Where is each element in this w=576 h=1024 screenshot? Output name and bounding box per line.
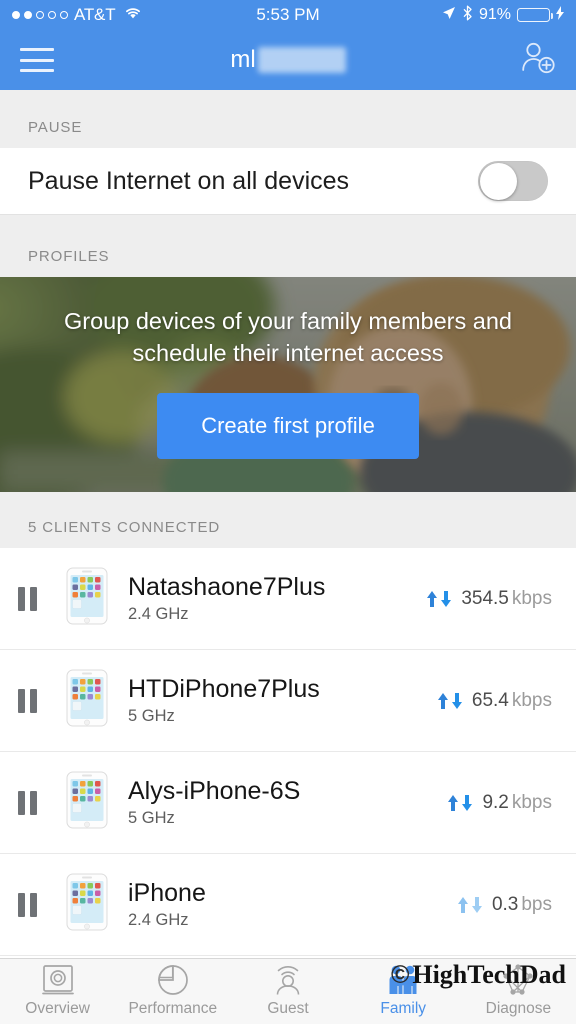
speed-value: 65.4	[471, 689, 509, 711]
speed-value: 354.5	[461, 587, 509, 609]
redacted-title-block	[257, 47, 346, 73]
speed-unit: kbps	[511, 587, 552, 609]
bluetooth-icon	[462, 5, 473, 26]
device-name: HTDiPhone7Plus	[128, 674, 320, 703]
speed-unit: kbps	[511, 689, 552, 711]
upload-download-arrows-icon	[436, 691, 464, 711]
status-bar-right: 91%	[442, 5, 564, 26]
page-title-text: ml	[230, 46, 256, 73]
hamburger-menu-icon[interactable]	[20, 48, 54, 72]
client-device-row[interactable]: Natashaone7Plus 2.4 GHz 354.5 kbps	[0, 548, 576, 650]
clients-connected-header: 5 CLIENTS CONNECTED	[0, 492, 576, 548]
device-speed: 354.5 kbps	[425, 588, 552, 610]
client-device-row[interactable]: iPhone 2.4 GHz 0.3 bps	[0, 854, 576, 956]
tab-label: Family	[380, 1000, 427, 1017]
guest-person-icon	[272, 965, 304, 995]
pause-device-icon[interactable]	[18, 892, 44, 917]
device-name: Natashaone7Plus	[128, 572, 326, 601]
tab-label: Performance	[128, 1000, 218, 1017]
pause-device-icon[interactable]	[18, 586, 44, 611]
navigation-bar: ml	[0, 30, 576, 90]
upload-download-arrows-icon	[446, 793, 474, 813]
speed-value: 0.3	[491, 893, 519, 915]
device-band: 5 GHz	[128, 706, 175, 725]
tab-performance[interactable]: Performance	[115, 959, 230, 1024]
tab-guest[interactable]: Guest	[230, 959, 345, 1024]
bottom-tab-bar: Overview Performance Guest Family Diagno…	[0, 958, 576, 1024]
network-mesh-icon	[501, 964, 535, 995]
speed-unit: bps	[521, 893, 552, 915]
cellular-signal-dots	[12, 11, 68, 19]
client-device-row[interactable]: Alys-iPhone-6S 5 GHz 9.2 kbps	[0, 752, 576, 854]
pause-section-header: PAUSE	[0, 90, 576, 148]
tab-label: Overview	[25, 1000, 90, 1017]
carrier-label: AT&T	[74, 5, 116, 24]
device-info: Natashaone7Plus 2.4 GHz	[128, 572, 326, 623]
device-info: Alys-iPhone-6S 5 GHz	[128, 776, 301, 827]
status-bar-left: AT&T	[12, 5, 142, 25]
pause-internet-toggle[interactable]	[478, 161, 548, 201]
device-name: iPhone	[128, 878, 206, 907]
iphone-device-icon	[66, 669, 108, 732]
speed-value: 9.2	[482, 791, 509, 813]
status-bar: AT&T 5:53 PM 91%	[0, 0, 576, 30]
upload-download-arrows-icon	[456, 895, 484, 915]
pause-device-icon[interactable]	[18, 790, 44, 815]
tab-label: Diagnose	[485, 1000, 552, 1017]
device-speed: 9.2 kbps	[446, 792, 552, 814]
app-screen: AT&T 5:53 PM 91% ml PAUSE Pause Internet…	[0, 0, 576, 1024]
battery-percent-label: 91%	[478, 6, 511, 23]
client-device-list: Natashaone7Plus 2.4 GHz 354.5 kbps HTDiPh…	[0, 548, 576, 958]
tab-label: Guest	[267, 1000, 309, 1017]
profiles-section-header: PROFILES	[0, 215, 576, 277]
add-user-icon[interactable]	[520, 41, 556, 80]
device-speed: 65.4 kbps	[436, 690, 552, 712]
iphone-device-icon	[66, 873, 108, 936]
tab-overview[interactable]: Overview	[0, 959, 115, 1024]
location-arrow-icon	[442, 6, 456, 25]
pie-chart-icon	[157, 965, 189, 995]
battery-icon	[517, 8, 554, 22]
device-info: iPhone 2.4 GHz	[128, 878, 206, 929]
tab-family[interactable]: Family	[346, 959, 461, 1024]
client-device-row[interactable]: HTDiPhone7Plus 5 GHz 65.4 kbps	[0, 650, 576, 752]
device-name: Alys-iPhone-6S	[128, 776, 301, 805]
router-icon	[41, 965, 75, 995]
upload-download-arrows-icon	[425, 589, 453, 609]
wifi-icon	[124, 5, 142, 25]
create-first-profile-button[interactable]: Create first profile	[157, 392, 419, 459]
device-band: 5 GHz	[128, 808, 175, 827]
tab-diagnose[interactable]: Diagnose	[461, 959, 576, 1024]
device-info: HTDiPhone7Plus 5 GHz	[128, 674, 320, 725]
pause-internet-label: Pause Internet on all devices	[28, 166, 350, 195]
family-people-icon	[385, 965, 421, 995]
device-speed: 0.3 bps	[456, 894, 552, 916]
lightning-bolt-icon	[556, 5, 564, 25]
iphone-device-icon	[66, 567, 108, 630]
pause-internet-row[interactable]: Pause Internet on all devices	[0, 148, 576, 215]
iphone-device-icon	[66, 771, 108, 834]
speed-unit: kbps	[511, 791, 552, 813]
device-band: 2.4 GHz	[128, 910, 189, 929]
profiles-promo-banner: Group devices of your family members and…	[0, 277, 576, 492]
pause-device-icon[interactable]	[18, 688, 44, 713]
page-title: ml	[0, 46, 576, 74]
banner-description: Group devices of your family members and…	[64, 308, 512, 366]
device-band: 2.4 GHz	[128, 604, 189, 623]
